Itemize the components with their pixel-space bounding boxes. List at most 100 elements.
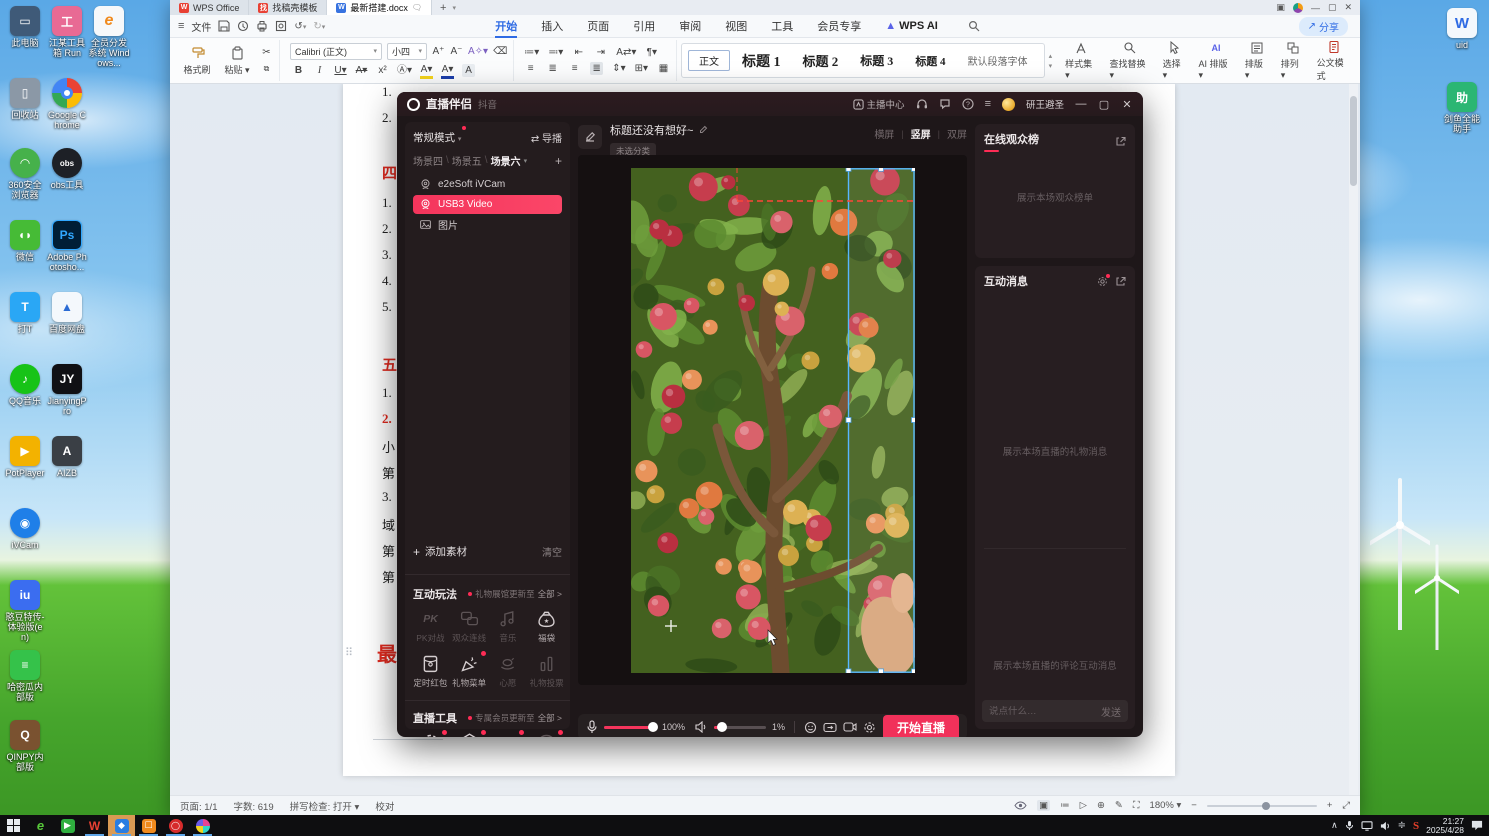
char-shading-button[interactable]: A — [462, 64, 476, 77]
taskbar-browser-360[interactable]: e — [27, 815, 54, 836]
fullscreen-icon[interactable]: ⤢ — [1342, 800, 1350, 811]
close-button[interactable]: ✕ — [1121, 98, 1133, 111]
desktop-icon-brown[interactable]: Q QINPY内部版 — [4, 720, 46, 772]
desktop-icon-ps[interactable]: Ps Adobe Photosho... — [46, 220, 88, 272]
headset-icon[interactable] — [916, 98, 928, 110]
orientation-横屏[interactable]: 横屏 — [874, 126, 894, 141]
tab-list-icon[interactable]: ▾ — [452, 4, 456, 12]
desktop-icon-gspk[interactable]: ≡ 哈密瓜内部版 — [4, 650, 46, 702]
popout-icon[interactable] — [1115, 136, 1126, 147]
new-tab-button[interactable]: + — [440, 2, 446, 14]
interact-心愿[interactable]: 心愿 — [489, 653, 528, 689]
speaker-icon[interactable] — [695, 721, 708, 733]
shrink-font-button[interactable]: A⁻ — [450, 45, 463, 58]
preview-video[interactable] — [630, 167, 915, 673]
tools-all-link[interactable]: 全部 > — [538, 712, 562, 724]
justify-button[interactable]: ≣ — [590, 62, 604, 75]
undo-button[interactable]: ↺▾ — [294, 21, 306, 32]
wps-doc-tab-tpl[interactable]: 找找稿壳模板 — [249, 0, 328, 15]
line-spacing-button[interactable]: ⇕▾ — [612, 62, 625, 75]
desktop-icon-bluet[interactable]: T 打T — [4, 292, 46, 334]
play-view-icon[interactable]: ▷ — [1080, 800, 1087, 811]
style-item[interactable]: 标题 3 — [850, 50, 903, 71]
ribbon-tab-开始[interactable]: 开始 — [483, 15, 529, 38]
italic-button[interactable]: I — [313, 64, 326, 77]
clear-format-button[interactable]: ⌫ — [493, 45, 507, 58]
web-view-icon[interactable]: ⊕ — [1097, 800, 1105, 811]
anchor-center-button[interactable]: 主播中心 — [852, 97, 905, 111]
phonetic-button[interactable]: Ⓐ▾ — [397, 64, 412, 77]
mic-volume-slider[interactable] — [604, 721, 658, 732]
speaker-volume-slider[interactable] — [714, 721, 767, 732]
eye-icon[interactable] — [1014, 801, 1027, 810]
save-icon[interactable] — [218, 20, 230, 32]
desktop-icon-wechat[interactable]: ◖◗ 微信 — [4, 220, 46, 262]
comment-icon[interactable]: 🗨 — [412, 3, 422, 12]
desktop-icon-baidu[interactable]: ▲ 百度网盘 — [46, 292, 88, 334]
interact-礼物菜单[interactable]: 礼物菜单 — [450, 651, 489, 689]
interact-福袋[interactable]: ★ 福袋 — [527, 608, 566, 644]
status-item[interactable]: 页面: 1/1 — [180, 799, 218, 813]
fit-page-icon[interactable]: ⛶ — [1133, 800, 1140, 811]
source-item-e2esoft-ivcam[interactable]: e2eSoft iVCam — [413, 175, 562, 194]
add-material-button[interactable]: + 添加素材 — [413, 544, 467, 559]
taskbar-screen-recorder[interactable]: ▶ — [54, 815, 81, 836]
style-item[interactable]: 标题 4 — [905, 51, 955, 71]
desktop-icon-aizb[interactable]: A AIZB — [46, 436, 88, 478]
zoom-in-button[interactable]: + — [1327, 800, 1333, 811]
zoom-out-button[interactable]: − — [1191, 800, 1197, 811]
print-icon[interactable] — [256, 20, 268, 32]
paragraph-drag-handle[interactable]: ⠿ — [345, 646, 353, 659]
desktop-icon-eorange[interactable]: e 全员分发系统 Windows... — [88, 6, 130, 68]
interact-PK对战[interactable]: PK PK对战 — [411, 608, 450, 644]
ribbon-tab-WPS AI[interactable]: ▲ WPS AI — [873, 15, 950, 38]
ribbon-tool-选择[interactable]: 选择 ▾ — [1158, 40, 1192, 81]
taskbar-orange-app[interactable]: ☐ — [135, 815, 162, 836]
taskbar-live-companion[interactable]: ◯ — [162, 815, 189, 836]
mode-select[interactable]: 常规模式 ▾ — [413, 126, 467, 145]
desktop-icon-qqmusic[interactable]: ♪ QQ音乐 — [4, 364, 46, 406]
orientation-竖屏[interactable]: 竖屏 — [911, 126, 931, 141]
flip-camera-icon[interactable] — [823, 721, 837, 733]
ribbon-tab-页面[interactable]: 页面 — [575, 15, 621, 38]
wps-doc-tab-home[interactable]: W WPS Office — [170, 0, 250, 15]
tool-人气宝箱[interactable]: 人气宝箱 — [527, 730, 566, 737]
tool-互动工具[interactable]: 互动工具 — [489, 730, 528, 737]
edit-mode-icon[interactable]: ✎ — [1115, 800, 1123, 811]
tray-mic-icon[interactable] — [1345, 820, 1354, 831]
format-painter-button[interactable]: 格式刷 — [180, 46, 214, 76]
style-item[interactable]: 标题 2 — [793, 49, 849, 72]
ribbon-tab-审阅[interactable]: 审阅 — [667, 15, 713, 38]
user-avatar[interactable] — [1001, 97, 1015, 111]
taskbar-jianying[interactable] — [189, 815, 216, 836]
wps-maximize-button[interactable]: ▢ — [1328, 2, 1337, 13]
ribbon-tool-样式集[interactable]: 样式集 ▾ — [1060, 41, 1102, 81]
orientation-双屏[interactable]: 双屏 — [947, 126, 967, 141]
interact-礼物投票[interactable]: 礼物投票 — [527, 653, 566, 689]
interact-音乐[interactable]: 音乐 — [489, 608, 528, 644]
desktop-icon-chrome[interactable]: Google Chrome — [46, 78, 88, 130]
desktop-icon-pot[interactable]: ▶ PotPlayer — [4, 436, 46, 478]
style-item[interactable]: 正文 — [688, 50, 731, 71]
borders-button[interactable]: ⊞▾ — [635, 62, 648, 75]
redo-button[interactable]: ↻▾ — [313, 21, 325, 32]
ribbon-tool-公文模式[interactable]: 公文模式 — [1312, 40, 1356, 82]
source-item-usb3-video[interactable]: USB3 Video — [413, 195, 562, 214]
taskbar-wps[interactable]: W — [81, 815, 108, 836]
share-button[interactable]: ↗ 分享 — [1298, 16, 1348, 36]
font-size-select[interactable]: 小四 ▾ — [387, 42, 427, 60]
viewers-title[interactable]: 在线观众榜 — [984, 131, 1039, 152]
text-effects-button[interactable]: A✧▾ — [468, 45, 488, 58]
outdent-button[interactable]: ⇤ — [572, 46, 585, 59]
source-item-图片[interactable]: 图片 — [413, 215, 562, 234]
superscript-button[interactable]: x² — [376, 64, 389, 77]
tray-ime-icon[interactable]: ≑ — [1398, 820, 1406, 831]
desktop-icon-ivcam[interactable]: ◉ iVCam — [4, 508, 46, 550]
ribbon-tab-插入[interactable]: 插入 — [529, 15, 575, 38]
ribbon-tab-工具[interactable]: 工具 — [759, 15, 805, 38]
tray-display-icon[interactable] — [1361, 820, 1373, 831]
ribbon-tab-会员专享[interactable]: 会员专享 — [805, 15, 873, 38]
microphone-icon[interactable] — [586, 720, 598, 734]
align-right-button[interactable]: ≡ — [568, 62, 581, 75]
send-button[interactable]: 发送 — [1101, 704, 1121, 719]
